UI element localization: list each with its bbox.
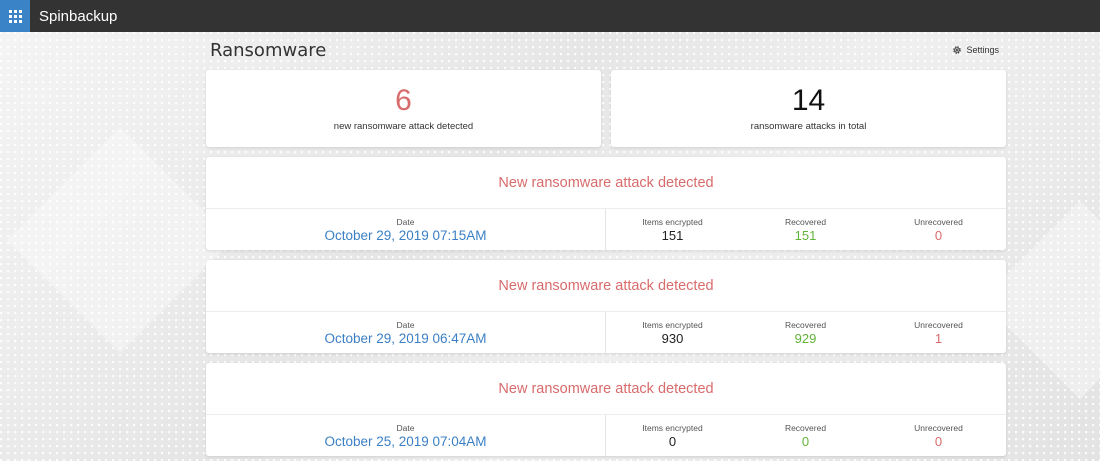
date-label: Date [396, 319, 415, 330]
recovered-cell: Recovered 0 [739, 415, 872, 456]
encrypted-value: 0 [668, 433, 677, 449]
new-attacks-label: new ransomware attack detected [333, 120, 474, 132]
unrecovered-value: 1 [934, 330, 943, 346]
total-attacks-label: ransomware attacks in total [750, 120, 867, 132]
attack-stats: Date October 29, 2019 07:15AM Items encr… [206, 209, 1006, 250]
unrecovered-label: Unrecovered [914, 422, 963, 433]
encrypted-label: Items encrypted [642, 216, 703, 227]
date-cell: Date October 29, 2019 07:15AM [206, 209, 606, 250]
unrecovered-label: Unrecovered [914, 216, 963, 227]
date-cell: Date October 25, 2019 07:04AM [206, 415, 606, 456]
attack-title: New ransomware attack detected [206, 260, 1006, 312]
unrecovered-cell: Unrecovered 0 [872, 415, 1005, 456]
encrypted-label: Items encrypted [642, 422, 703, 433]
settings-label: Settings [966, 45, 999, 55]
page-header: Ransomware Settings [206, 32, 1006, 70]
encrypted-value: 930 [661, 330, 684, 346]
page-title: Ransomware [210, 40, 327, 61]
recovered-label: Recovered [784, 319, 827, 330]
total-attacks-count: 14 [791, 83, 826, 117]
encrypted-cell: Items encrypted 0 [606, 415, 739, 456]
unrecovered-cell: Unrecovered 0 [872, 209, 1005, 250]
top-bar: Spinbackup [0, 0, 1100, 32]
recovered-cell: Recovered 929 [739, 312, 872, 353]
date-cell: Date October 29, 2019 06:47AM [206, 312, 606, 353]
recovered-cell: Recovered 151 [739, 209, 872, 250]
unrecovered-cell: Unrecovered 1 [872, 312, 1005, 353]
recovered-value: 929 [794, 330, 817, 346]
new-attacks-card: 6 new ransomware attack detected [206, 70, 601, 147]
gear-icon [952, 45, 962, 55]
app-launcher-button[interactable] [0, 0, 30, 32]
encrypted-cell: Items encrypted 930 [606, 312, 739, 353]
unrecovered-value: 0 [934, 227, 943, 243]
recovered-value: 151 [794, 227, 817, 243]
encrypted-cell: Items encrypted 151 [606, 209, 739, 250]
attack-card[interactable]: New ransomware attack detected Date Octo… [206, 157, 1006, 250]
attack-title: New ransomware attack detected [206, 157, 1006, 209]
attack-stats: Date October 29, 2019 06:47AM Items encr… [206, 312, 1006, 353]
summary-row: 6 new ransomware attack detected 14 rans… [206, 70, 1006, 147]
total-attacks-card: 14 ransomware attacks in total [611, 70, 1006, 147]
encrypted-label: Items encrypted [642, 319, 703, 330]
date-value: October 25, 2019 07:04AM [324, 433, 487, 449]
app-name: Spinbackup [39, 7, 118, 25]
main-content: Ransomware Settings 6 new ransomware att… [206, 32, 1006, 456]
unrecovered-value: 0 [934, 433, 943, 449]
date-label: Date [396, 422, 415, 433]
recovered-label: Recovered [784, 422, 827, 433]
attack-title: New ransomware attack detected [206, 363, 1006, 415]
attack-card[interactable]: New ransomware attack detected Date Octo… [206, 363, 1006, 456]
date-value: October 29, 2019 07:15AM [324, 227, 487, 243]
unrecovered-label: Unrecovered [914, 319, 963, 330]
settings-button[interactable]: Settings [952, 45, 999, 55]
date-label: Date [396, 216, 415, 227]
recovered-label: Recovered [784, 216, 827, 227]
attack-card[interactable]: New ransomware attack detected Date Octo… [206, 260, 1006, 353]
date-value: October 29, 2019 06:47AM [324, 330, 487, 346]
encrypted-value: 151 [661, 227, 684, 243]
app-grid-icon [8, 9, 22, 23]
recovered-value: 0 [801, 433, 810, 449]
attack-stats: Date October 25, 2019 07:04AM Items encr… [206, 415, 1006, 456]
new-attacks-count: 6 [395, 83, 412, 117]
